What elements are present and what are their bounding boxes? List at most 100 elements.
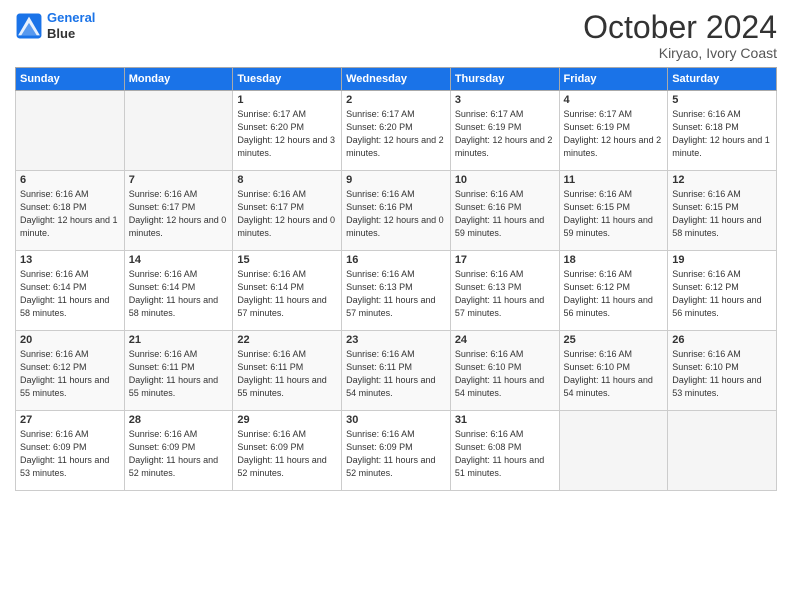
day-cell: 12Sunrise: 6:16 AMSunset: 6:15 PMDayligh… (668, 171, 777, 251)
day-cell: 30 Sunrise: 6:16 AMSunset: 6:09 PMDayligh… (342, 411, 451, 491)
day-number: 12 (672, 174, 772, 186)
week-row-2: 13 Sunrise: 6:16 AMSunset: 6:14 PMDayligh… (16, 251, 777, 331)
day-info: Sunrise: 6:16 AMSunset: 6:17 PMDaylight:… (129, 188, 229, 240)
day-info: Sunrise: 6:16 AMSunset: 6:09 PMDaylight:… (20, 428, 120, 480)
day-cell: 27 Sunrise: 6:16 AMSunset: 6:09 PMDayligh… (16, 411, 125, 491)
day-info: Sunrise: 6:17 AMSunset: 6:19 PMDaylight:… (564, 108, 664, 160)
day-cell: 11 Sunrise: 6:16 AMSunset: 6:15 PMDayligh… (559, 171, 668, 251)
col-header-wednesday: Wednesday (342, 68, 451, 91)
day-info: Sunrise: 6:17 AMSunset: 6:20 PMDaylight:… (237, 108, 337, 160)
day-cell: 6Sunrise: 6:16 AMSunset: 6:18 PMDaylight… (16, 171, 125, 251)
day-info: Sunrise: 6:16 AMSunset: 6:10 PMDaylight:… (672, 348, 772, 400)
day-cell: 17 Sunrise: 6:16 AMSunset: 6:13 PMDayligh… (450, 251, 559, 331)
week-row-0: 1 Sunrise: 6:17 AMSunset: 6:20 PMDaylight… (16, 91, 777, 171)
day-number: 18 (564, 254, 664, 266)
day-number: 4 (564, 94, 664, 106)
day-info: Sunrise: 6:16 AMSunset: 6:16 PMDaylight:… (455, 188, 555, 240)
day-info: Sunrise: 6:16 AMSunset: 6:11 PMDaylight:… (237, 348, 337, 400)
col-header-thursday: Thursday (450, 68, 559, 91)
col-header-tuesday: Tuesday (233, 68, 342, 91)
day-number: 6 (20, 174, 120, 186)
day-info: Sunrise: 6:16 AMSunset: 6:13 PMDaylight:… (346, 268, 446, 320)
day-cell: 22Sunrise: 6:16 AMSunset: 6:11 PMDayligh… (233, 331, 342, 411)
day-number: 26 (672, 334, 772, 346)
logo-line2: Blue (47, 26, 95, 42)
day-cell: 14Sunrise: 6:16 AMSunset: 6:14 PMDayligh… (124, 251, 233, 331)
day-cell: 26 Sunrise: 6:16 AMSunset: 6:10 PMDayligh… (668, 331, 777, 411)
day-cell: 4 Sunrise: 6:17 AMSunset: 6:19 PMDaylight… (559, 91, 668, 171)
week-row-3: 20Sunrise: 6:16 AMSunset: 6:12 PMDayligh… (16, 331, 777, 411)
day-info: Sunrise: 6:16 AMSunset: 6:14 PMDaylight:… (20, 268, 120, 320)
day-number: 15 (237, 254, 337, 266)
day-info: Sunrise: 6:16 AMSunset: 6:17 PMDaylight:… (237, 188, 337, 240)
day-info: Sunrise: 6:16 AMSunset: 6:09 PMDaylight:… (346, 428, 446, 480)
day-cell (668, 411, 777, 491)
col-header-saturday: Saturday (668, 68, 777, 91)
title-block: October 2024 Kiryao, Ivory Coast (583, 10, 777, 61)
day-info: Sunrise: 6:16 AMSunset: 6:10 PMDaylight:… (564, 348, 664, 400)
day-number: 29 (237, 414, 337, 426)
day-cell: 7 Sunrise: 6:16 AMSunset: 6:17 PMDaylight… (124, 171, 233, 251)
day-cell: 1 Sunrise: 6:17 AMSunset: 6:20 PMDaylight… (233, 91, 342, 171)
day-number: 25 (564, 334, 664, 346)
day-number: 7 (129, 174, 229, 186)
day-number: 30 (346, 414, 446, 426)
day-info: Sunrise: 6:16 AMSunset: 6:12 PMDaylight:… (672, 268, 772, 320)
month-title: October 2024 (583, 10, 777, 45)
day-number: 23 (346, 334, 446, 346)
day-number: 31 (455, 414, 555, 426)
day-info: Sunrise: 6:17 AMSunset: 6:19 PMDaylight:… (455, 108, 555, 160)
header-row: SundayMondayTuesdayWednesdayThursdayFrid… (16, 68, 777, 91)
day-cell: 29 Sunrise: 6:16 AMSunset: 6:09 PMDayligh… (233, 411, 342, 491)
day-info: Sunrise: 6:16 AMSunset: 6:08 PMDaylight:… (455, 428, 555, 480)
day-info: Sunrise: 6:16 AMSunset: 6:11 PMDaylight:… (346, 348, 446, 400)
day-cell (559, 411, 668, 491)
day-number: 3 (455, 94, 555, 106)
day-info: Sunrise: 6:17 AMSunset: 6:20 PMDaylight:… (346, 108, 446, 160)
day-cell: 23 Sunrise: 6:16 AMSunset: 6:11 PMDayligh… (342, 331, 451, 411)
logo-icon (15, 12, 43, 40)
day-cell: 10 Sunrise: 6:16 AMSunset: 6:16 PMDayligh… (450, 171, 559, 251)
day-number: 21 (129, 334, 229, 346)
day-number: 13 (20, 254, 120, 266)
day-cell: 18 Sunrise: 6:16 AMSunset: 6:12 PMDayligh… (559, 251, 668, 331)
day-info: Sunrise: 6:16 AMSunset: 6:11 PMDaylight:… (129, 348, 229, 400)
day-info: Sunrise: 6:16 AMSunset: 6:18 PMDaylight:… (672, 108, 772, 160)
day-cell: 5 Sunrise: 6:16 AMSunset: 6:18 PMDaylight… (668, 91, 777, 171)
day-info: Sunrise: 6:16 AMSunset: 6:13 PMDaylight:… (455, 268, 555, 320)
day-cell: 28Sunrise: 6:16 AMSunset: 6:09 PMDayligh… (124, 411, 233, 491)
logo-text: General Blue (47, 10, 95, 41)
day-info: Sunrise: 6:16 AMSunset: 6:09 PMDaylight:… (237, 428, 337, 480)
day-number: 24 (455, 334, 555, 346)
day-info: Sunrise: 6:16 AMSunset: 6:15 PMDaylight:… (564, 188, 664, 240)
day-cell: 2 Sunrise: 6:17 AMSunset: 6:20 PMDaylight… (342, 91, 451, 171)
day-number: 17 (455, 254, 555, 266)
day-cell: 16 Sunrise: 6:16 AMSunset: 6:13 PMDayligh… (342, 251, 451, 331)
day-number: 8 (237, 174, 337, 186)
day-number: 11 (564, 174, 664, 186)
day-cell: 25 Sunrise: 6:16 AMSunset: 6:10 PMDayligh… (559, 331, 668, 411)
day-number: 1 (237, 94, 337, 106)
day-number: 10 (455, 174, 555, 186)
logo: General Blue (15, 10, 95, 41)
logo-line1: General (47, 10, 95, 25)
day-cell: 20Sunrise: 6:16 AMSunset: 6:12 PMDayligh… (16, 331, 125, 411)
day-cell (16, 91, 125, 171)
week-row-1: 6Sunrise: 6:16 AMSunset: 6:18 PMDaylight… (16, 171, 777, 251)
col-header-sunday: Sunday (16, 68, 125, 91)
day-cell: 31 Sunrise: 6:16 AMSunset: 6:08 PMDayligh… (450, 411, 559, 491)
day-number: 16 (346, 254, 446, 266)
location: Kiryao, Ivory Coast (583, 45, 777, 61)
day-number: 5 (672, 94, 772, 106)
col-header-monday: Monday (124, 68, 233, 91)
day-info: Sunrise: 6:16 AMSunset: 6:12 PMDaylight:… (564, 268, 664, 320)
day-cell: 21 Sunrise: 6:16 AMSunset: 6:11 PMDayligh… (124, 331, 233, 411)
day-info: Sunrise: 6:16 AMSunset: 6:14 PMDaylight:… (237, 268, 337, 320)
day-number: 2 (346, 94, 446, 106)
day-cell: 24Sunrise: 6:16 AMSunset: 6:10 PMDayligh… (450, 331, 559, 411)
col-header-friday: Friday (559, 68, 668, 91)
day-cell: 13 Sunrise: 6:16 AMSunset: 6:14 PMDayligh… (16, 251, 125, 331)
day-cell: 8 Sunrise: 6:16 AMSunset: 6:17 PMDaylight… (233, 171, 342, 251)
day-number: 27 (20, 414, 120, 426)
week-row-4: 27 Sunrise: 6:16 AMSunset: 6:09 PMDayligh… (16, 411, 777, 491)
